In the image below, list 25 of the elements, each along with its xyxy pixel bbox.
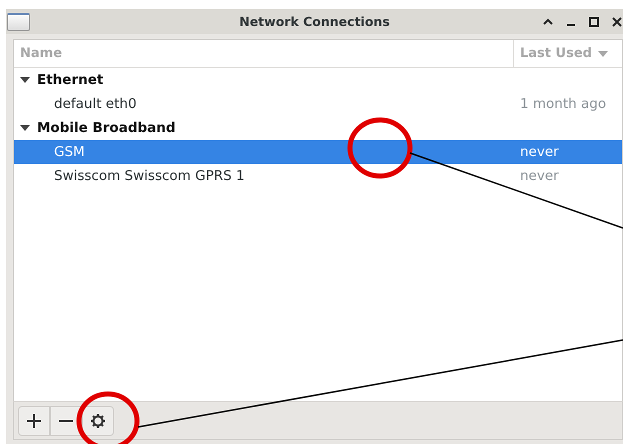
close-icon[interactable] [611, 16, 623, 28]
maximize-icon[interactable] [588, 16, 600, 28]
window-title: Network Connections [239, 14, 390, 29]
last-used-text: 1 month ago [519, 96, 608, 112]
annotation-circle [348, 118, 412, 178]
expanded-arrow-icon[interactable] [20, 125, 30, 131]
group-label: Mobile Broadband [37, 120, 176, 136]
settings-button[interactable] [82, 406, 114, 436]
connection-row[interactable]: Swisscom Swisscom GPRS 1 never [14, 164, 622, 188]
window-icon [7, 12, 30, 30]
group-row[interactable]: Ethernet [14, 68, 622, 92]
gear-icon [90, 412, 106, 428]
connection-row[interactable]: GSM never [14, 140, 622, 164]
last-used-text: never [519, 144, 560, 160]
sort-arrow-icon [598, 50, 608, 56]
add-button[interactable] [18, 406, 50, 436]
connection-name: GSM [53, 144, 86, 160]
add-icon [26, 412, 42, 428]
connection-name: default eth0 [53, 96, 138, 112]
last-used-text: never [519, 168, 560, 184]
group-row[interactable]: Mobile Broadband [14, 116, 622, 140]
connection-name: Swisscom Swisscom GPRS 1 [53, 168, 246, 184]
group-label: Ethernet [37, 72, 104, 88]
connection-row[interactable]: default eth0 1 month ago [14, 92, 622, 116]
expanded-arrow-icon[interactable] [20, 77, 30, 83]
